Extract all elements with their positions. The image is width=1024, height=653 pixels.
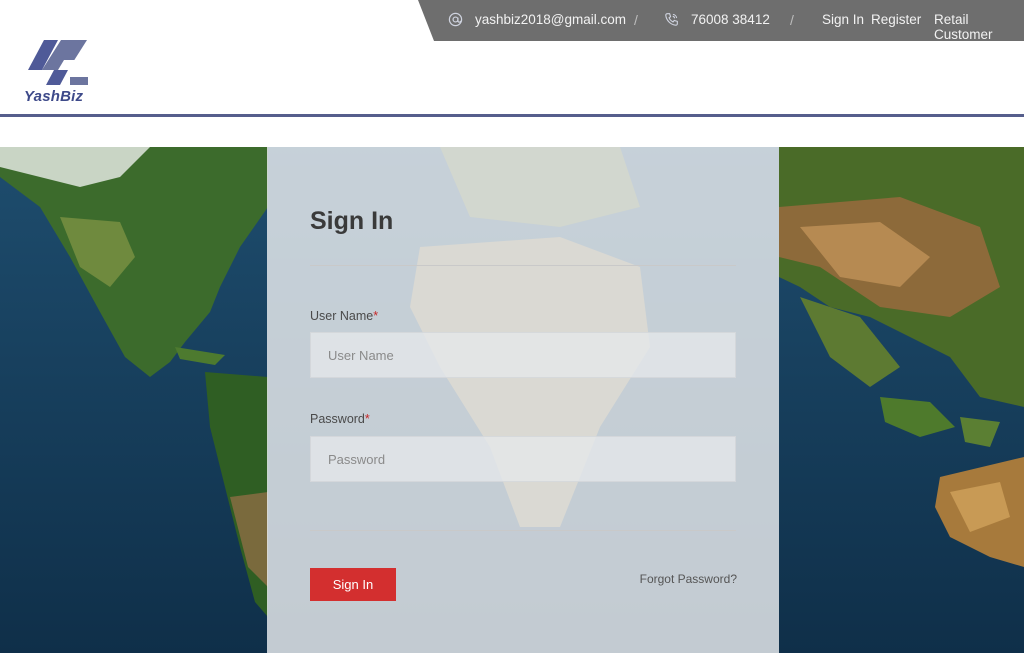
logo-mark-icon [28,40,88,85]
sign-in-button[interactable]: Sign In [310,568,396,601]
retail-customer-link[interactable]: Retail Customer [934,12,1024,41]
required-marker: * [373,309,379,323]
contact-bar: yashbiz2018@gmail.com / 76008 38412 / Si… [418,0,1024,41]
password-label-text: Password [310,412,365,426]
phone-icon [665,13,678,26]
username-input[interactable] [310,332,736,378]
register-link[interactable]: Register [871,12,921,27]
logo-text: YashBiz [24,88,84,105]
separator: / [634,12,638,28]
username-label: User Name* [310,309,378,323]
sign-in-panel: Sign In User Name* Password* Sign In For… [267,147,779,653]
page-title: Sign In [310,207,394,235]
header-divider [0,114,1024,117]
sign-in-link[interactable]: Sign In [822,12,864,27]
email-contact[interactable]: yashbiz2018@gmail.com [448,12,626,27]
username-label-text: User Name [310,309,374,323]
phone-contact[interactable]: 76008 38412 [664,12,770,27]
phone-text: 76008 38412 [691,12,770,27]
email-text: yashbiz2018@gmail.com [475,12,627,27]
separator: / [790,12,794,28]
required-marker: * [364,412,370,426]
divider [310,265,736,266]
divider [310,530,736,531]
forgot-password-link[interactable]: Forgot Password? [640,572,737,586]
password-label: Password* [310,412,370,426]
password-input[interactable] [310,436,736,482]
at-icon [448,12,463,27]
